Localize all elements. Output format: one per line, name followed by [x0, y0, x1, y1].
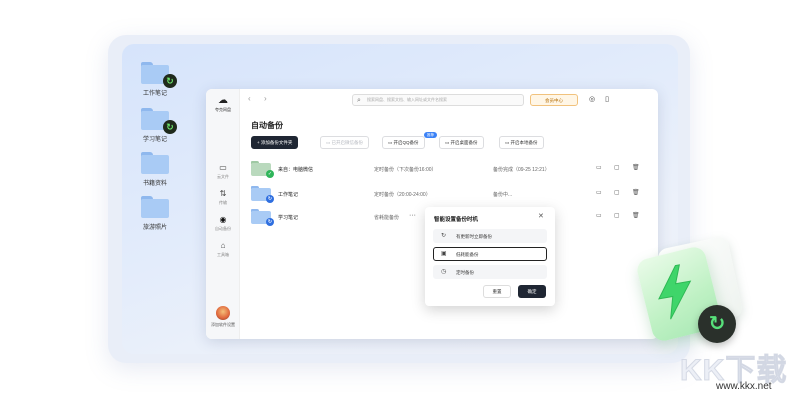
folder-open-icon[interactable]: ▢ — [614, 213, 620, 220]
wechat-backup-button[interactable]: ▭ 已开启微信备份 — [320, 136, 370, 149]
local-backup-button[interactable]: ▭ 开启本地备份 — [499, 136, 544, 149]
sidebar-item-label: 自动备份 — [215, 226, 231, 231]
folder-icon: ↻ — [141, 62, 177, 88]
row-name: 工作笔记 — [278, 192, 299, 198]
option-scheduled[interactable]: ◷ 定时备份 — [433, 265, 547, 279]
row-name: 学习笔记 — [278, 215, 299, 221]
sync-icon: ↻ — [163, 74, 177, 88]
sidebar-item-toolbox[interactable]: ⌂ 工具箱 — [206, 241, 240, 258]
trash-icon[interactable]: 🗑 — [632, 213, 640, 220]
folder-icon: ↻ — [141, 108, 177, 134]
logo-text: 夸克网盘 — [215, 107, 231, 112]
monitor-icon[interactable]: ▭ — [596, 190, 602, 197]
backup-timing-popup: 智能设置备份时机 ✕ ↻ 有更新时立即备份 ▣ 低耗能备份 ◷ 定时备份 重置 … — [425, 207, 555, 306]
add-backup-folder-button[interactable]: + 添加备份文件夹 — [251, 136, 299, 149]
phone-icon[interactable]: ▯ — [601, 94, 613, 106]
desktop-icon-label: 学习笔记 — [142, 137, 167, 143]
sidebar-item-auto-backup[interactable]: ◉ 自动备份 — [206, 215, 240, 232]
sync-icon: ↻ — [266, 218, 274, 226]
button-label: 添加备份文件夹 — [260, 140, 293, 145]
sidebar: ☁ 夸克网盘 ▭ 云文件 ⇅ 传输 ◉ 自动备份 ⌂ 工具箱 添加软件设置 — [206, 89, 240, 339]
desktop-backup-button[interactable]: ▭ 开启桌面备份 — [439, 136, 484, 149]
option-update-immediately[interactable]: ↻ 有更新时立即备份 — [433, 229, 547, 243]
row-schedule: 定时备份（20:00-24:00） — [374, 192, 431, 198]
top-bar: ‹ › ⌕ 搜索网盘、搜索文档、输入网址或文件名搜索 会员中心 ◎ ▯ — [240, 89, 658, 111]
lightning-icon — [658, 264, 692, 320]
desktop-folder-study-notes[interactable]: ↻ 学习笔记 — [127, 108, 183, 143]
close-icon[interactable]: ✕ — [538, 213, 544, 221]
option-low-energy[interactable]: ▣ 低耗能备份 — [433, 247, 547, 261]
desktop-icon-label: 工作笔记 — [142, 91, 167, 97]
popup-title: 智能设置备份时机 — [434, 217, 479, 223]
confirm-button[interactable]: 确定 — [518, 285, 546, 298]
folder-icon: ▭ — [219, 163, 227, 172]
qq-backup-button[interactable]: ▭ 开启QQ备份 — [382, 136, 425, 149]
app-logo[interactable]: ☁ 夸克网盘 — [211, 96, 235, 113]
table-row[interactable]: ↻ 工作笔记 定时备份（20:00-24:00） 备份中... ▭ ▢ 🗑 — [251, 182, 651, 204]
sidebar-item-label: 云文件 — [217, 174, 229, 179]
more-options-icon[interactable]: ··· — [409, 212, 416, 219]
sidebar-item-label: 工具箱 — [217, 252, 229, 257]
row-name: 来自：电脑微信 — [278, 167, 314, 173]
add-device-label: 添加软件设置 — [211, 322, 235, 327]
folder-open-icon[interactable]: ▢ — [614, 165, 620, 172]
back-arrow-icon[interactable]: ‹ — [248, 95, 251, 103]
cloud-logo-icon: ☁ — [218, 95, 228, 106]
folder-open-icon[interactable]: ▢ — [614, 190, 620, 197]
desktop-folder-work-notes[interactable]: ↻ 工作笔记 — [127, 62, 183, 97]
trash-icon[interactable]: 🗑 — [632, 165, 640, 172]
watermark-url: www.kkx.net — [716, 381, 772, 392]
sync-icon: ↻ — [163, 120, 177, 134]
monitor-icon[interactable]: ▭ — [596, 165, 602, 172]
refresh-icon: ↻ — [441, 233, 447, 239]
desktop-icon-label: 书籍资料 — [142, 181, 167, 187]
table-row[interactable]: ✓ 来自：电脑微信 定时备份（下次备份16:00） 备份完成（09-25 12:… — [251, 157, 651, 179]
button-label: 开启桌面备份 — [450, 140, 478, 145]
battery-icon: ▣ — [441, 251, 447, 257]
trash-icon[interactable]: 🗑 — [632, 190, 640, 197]
sync-icon: ↻ — [698, 305, 736, 343]
add-device-entry[interactable]: 添加软件设置 — [206, 306, 240, 328]
forward-arrow-icon[interactable]: › — [264, 95, 267, 103]
search-placeholder: 搜索网盘、搜索文档、输入网址或文件名搜索 — [367, 97, 447, 102]
toolbox-icon: ⌂ — [220, 241, 226, 250]
monitor-icon[interactable]: ▭ — [596, 213, 602, 220]
screenshot-stage: ↻ 工作笔记 ↻ 学习笔记 书籍资料 旅游照片 ☁ 夸克网盘 ▭ 云文件 ⇅ 传… — [0, 0, 800, 400]
button-label: 开启本地备份 — [510, 140, 538, 145]
folder-icon — [141, 196, 169, 218]
row-schedule: 省耗能备份 — [374, 215, 400, 221]
row-status: 备份完成（09-25 12:21） — [493, 167, 550, 173]
check-icon: ✓ — [266, 170, 274, 178]
eye-icon[interactable]: ◎ — [586, 94, 598, 106]
clock-icon: ◷ — [441, 269, 447, 275]
desktop-folder-books[interactable]: 书籍资料 — [127, 152, 183, 187]
folder-icon — [141, 152, 169, 174]
reset-button[interactable]: 重置 — [483, 285, 511, 298]
option-label: 低耗能备份 — [456, 252, 479, 257]
option-label: 定时备份 — [456, 270, 474, 275]
transfer-icon: ⇅ — [219, 189, 227, 198]
avatar — [216, 306, 230, 320]
recommend-badge: 推荐 — [424, 132, 437, 138]
row-status: 备份中... — [493, 192, 513, 198]
row-schedule: 定时备份（下次备份16:00） — [374, 167, 437, 173]
search-input[interactable]: ⌕ 搜索网盘、搜索文档、输入网址或文件名搜索 — [352, 94, 524, 106]
page-title: 自动备份 — [251, 121, 283, 130]
sidebar-item-cloud-files[interactable]: ▭ 云文件 — [206, 163, 240, 180]
sidebar-item-label: 传输 — [219, 200, 227, 205]
backup-eye-icon: ◉ — [219, 215, 227, 224]
desktop-icon-label: 旅游照片 — [142, 225, 167, 231]
folder-icon: ↻ — [251, 209, 274, 226]
button-label: 开启QQ备份 — [393, 140, 419, 145]
watermark: KK下载 www.kkx.net — [679, 345, 795, 397]
folder-icon: ✓ — [251, 161, 274, 178]
option-label: 有更新时立即备份 — [456, 234, 492, 239]
sync-icon: ↻ — [266, 195, 274, 203]
search-icon: ⌕ — [357, 97, 361, 104]
sidebar-item-transfer[interactable]: ⇅ 传输 — [206, 189, 240, 206]
desktop-folder-travel-photos[interactable]: 旅游照片 — [127, 196, 183, 231]
member-center-button[interactable]: 会员中心 — [530, 94, 578, 106]
button-label: 已开启微信备份 — [331, 140, 364, 145]
folder-icon: ↻ — [251, 186, 274, 203]
